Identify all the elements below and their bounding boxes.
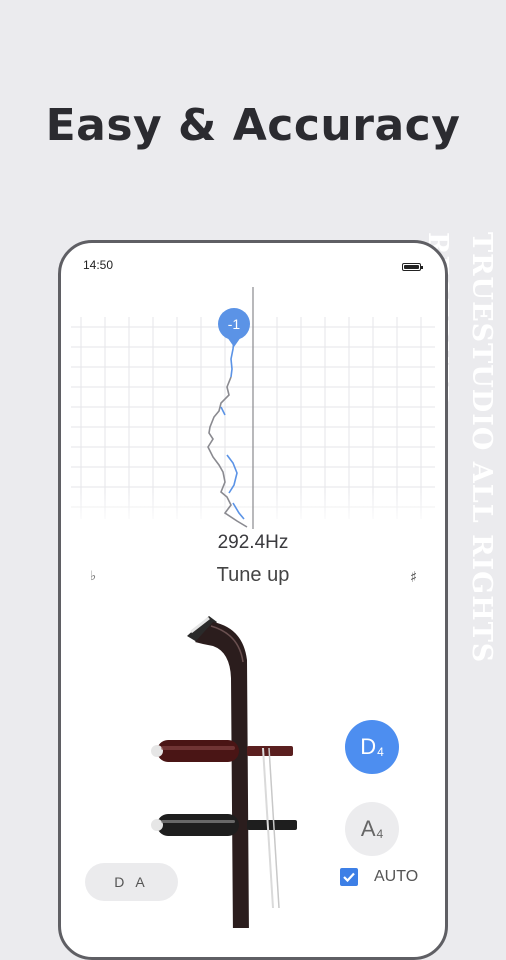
phone-frame: 14:50 -1 292.4Hz ♭ Tune up ♯ D 4 A 4 AUT… (58, 240, 448, 960)
auto-checkbox[interactable] (340, 868, 358, 886)
note-button-a4[interactable]: A4 (345, 802, 399, 856)
note-button-d4[interactable]: D4 (345, 720, 399, 774)
note-d-letter: D (360, 734, 377, 759)
cents-offset: -1 (228, 316, 241, 332)
headline: Easy & Accuracy (45, 100, 461, 151)
note-d-octave: 4 (377, 745, 384, 759)
checkmark-icon (343, 872, 355, 883)
pitch-graph: -1 (61, 287, 445, 529)
tune-instruction: Tune up (216, 564, 290, 586)
note-a-letter: A (360, 816, 376, 841)
note-a-octave: 4 (376, 827, 384, 841)
frequency-readout: 292.4Hz (217, 532, 289, 553)
watermark: TRUESTUDIO ALL RIGHTS RESERVED (422, 232, 497, 664)
string-selector-button[interactable]: D A (85, 863, 178, 901)
auto-label: AUTO (374, 868, 419, 885)
battery-icon (402, 263, 423, 271)
status-time: 14:50 (83, 258, 114, 272)
sharp-icon: ♯ (410, 568, 418, 586)
